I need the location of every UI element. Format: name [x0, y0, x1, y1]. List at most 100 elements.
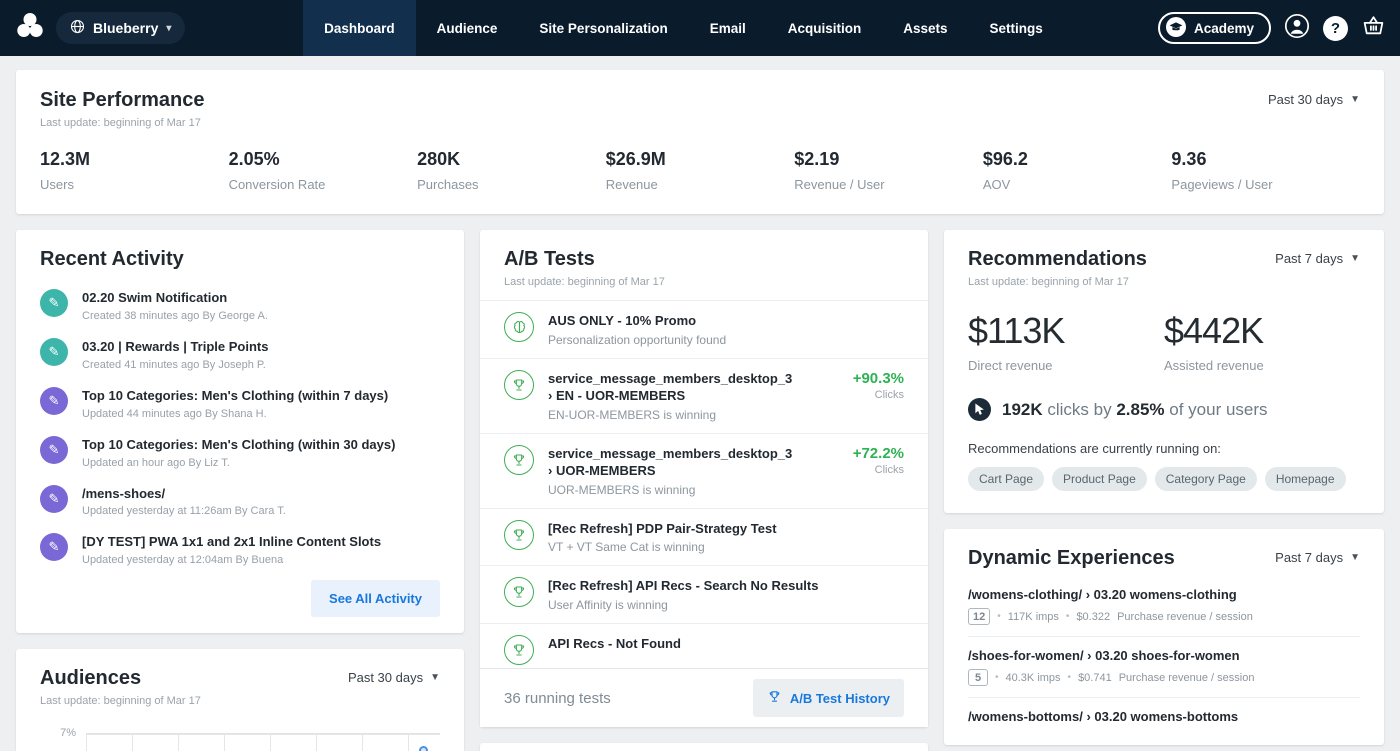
edit-pencil-icon: ✎ [40, 436, 68, 464]
account-switcher[interactable]: Blueberry ▾ [56, 12, 185, 44]
running-on-label: Recommendations are currently running on… [968, 441, 1360, 456]
audiences-title: Audiences [40, 667, 201, 690]
ab-test-subtitle: User Affinity is winning [548, 598, 818, 612]
direct-revenue-stat: $113K Direct revenue [968, 310, 1164, 373]
site-performance-card: Site Performance Last update: beginning … [16, 70, 1384, 214]
site-performance-range-dropdown[interactable]: Past 30 days ▼ [1268, 92, 1360, 107]
ab-test-subtitle: UOR-MEMBERS is winning [548, 483, 798, 497]
navbar-right: Academy ? [1158, 12, 1386, 44]
activity-item[interactable]: ✎ /mens-shoes/ Updated yesterday at 11:2… [40, 477, 440, 526]
metric-revenue: $26.9M Revenue [606, 149, 795, 192]
metric-conversion-rate: 2.05% Conversion Rate [229, 149, 418, 192]
clicks-stat: 192K clicks by 2.85% of your users [968, 398, 1360, 421]
range-label: Past 30 days [1268, 92, 1343, 107]
tab-acquisition[interactable]: Acquisition [767, 0, 883, 56]
edit-pencil-icon: ✎ [40, 485, 68, 513]
ab-test-item[interactable]: service_message_members_desktop_3 › UOR-… [480, 433, 928, 508]
page-pill[interactable]: Homepage [1265, 467, 1346, 491]
tab-dashboard[interactable]: Dashboard [303, 0, 416, 56]
recent-activity-card: Recent Activity ✎ 02.20 Swim Notificatio… [16, 230, 464, 633]
last-update-text: Last update: beginning of Mar 17 [968, 276, 1147, 288]
tab-label: Dashboard [324, 21, 395, 36]
edit-pencil-icon: ✎ [40, 387, 68, 415]
last-update-text: Last update: beginning of Mar 17 [40, 117, 205, 129]
recommendations-card: Recommendations Last update: beginning o… [944, 230, 1384, 513]
metrics-row: 12.3M Users 2.05% Conversion Rate 280K P… [40, 149, 1360, 192]
tab-assets[interactable]: Assets [882, 0, 968, 56]
activity-item[interactable]: ✎ 02.20 Swim Notification Created 38 min… [40, 281, 440, 330]
last-update-text: Last update: beginning of Mar 17 [504, 276, 904, 288]
tab-label: Email [710, 21, 746, 36]
experience-title: /womens-bottoms/ › 03.20 womens-bottoms [968, 709, 1360, 724]
activity-item[interactable]: ✎ Top 10 Categories: Men's Clothing (wit… [40, 428, 440, 477]
audiences-card: Audiences Last update: beginning of Mar … [16, 649, 464, 751]
ab-test-item[interactable]: AUS ONLY - 10% Promo Personalization opp… [480, 300, 928, 358]
range-label: Past 7 days [1275, 251, 1343, 266]
experience-item[interactable]: /womens-clothing/ › 03.20 womens-clothin… [968, 576, 1360, 637]
activity-list: ✎ 02.20 Swim Notification Created 38 min… [40, 281, 440, 574]
ab-test-title: [Rec Refresh] API Recs - Search No Resul… [548, 577, 818, 595]
globe-icon [70, 19, 85, 37]
clicks-value: 192K [1002, 400, 1043, 419]
dynamic-yield-logo-icon[interactable] [14, 10, 46, 47]
page-pill[interactable]: Product Page [1052, 467, 1147, 491]
experience-item[interactable]: /womens-bottoms/ › 03.20 womens-bottoms [968, 698, 1360, 735]
edit-pencil-icon: ✎ [40, 338, 68, 366]
metric-value: $2.19 [794, 149, 983, 170]
chart-plot-area [86, 733, 440, 751]
ab-test-item[interactable]: [Rec Refresh] API Recs - Search No Resul… [480, 565, 928, 623]
page-pill[interactable]: Category Page [1155, 467, 1257, 491]
ab-test-item[interactable]: [Rec Refresh] PDP Pair-Strategy Test VT … [480, 508, 928, 566]
variations-badge: 5 [968, 669, 988, 686]
ab-test-history-button[interactable]: A/B Test History [753, 679, 904, 717]
revenue-value: $0.741 [1078, 672, 1112, 684]
experience-title: /womens-clothing/ › 03.20 womens-clothin… [968, 587, 1360, 602]
tab-label: Acquisition [788, 21, 862, 36]
audiences-range-dropdown[interactable]: Past 30 days ▼ [348, 670, 440, 685]
basket-icon[interactable] [1361, 13, 1386, 43]
metric-value: 9.36 [1171, 149, 1360, 170]
trophy-icon [504, 370, 534, 400]
activity-title: 03.20 | Rewards | Triple Points [82, 338, 268, 356]
user-profile-icon[interactable] [1284, 13, 1310, 44]
ab-test-subtitle: Personalization opportunity found [548, 333, 726, 347]
ab-test-item[interactable]: service_message_members_desktop_3 › EN -… [480, 358, 928, 433]
see-all-activity-button[interactable]: See All Activity [311, 580, 440, 617]
uplift-metric: Clicks [853, 389, 904, 401]
range-label: Past 30 days [348, 670, 423, 685]
ab-test-title: AUS ONLY - 10% Promo [548, 312, 726, 330]
metric-pageviews-per-user: 9.36 Pageviews / User [1171, 149, 1360, 192]
metric-value: $26.9M [606, 149, 795, 170]
revenue-label: Purchase revenue / session [1119, 672, 1255, 684]
chart-data-point[interactable] [419, 746, 428, 751]
activity-item[interactable]: ✎ 03.20 | Rewards | Triple Points Create… [40, 330, 440, 379]
dynamic-experiences-range-dropdown[interactable]: Past 7 days ▼ [1275, 550, 1360, 565]
recommendations-range-dropdown[interactable]: Past 7 days ▼ [1275, 251, 1360, 266]
last-update-text: Last update: beginning of Mar 17 [40, 695, 201, 707]
chevron-down-icon: ▼ [1350, 253, 1360, 264]
help-icon[interactable]: ? [1323, 16, 1348, 41]
activity-item[interactable]: ✎ Top 10 Categories: Men's Clothing (wit… [40, 379, 440, 428]
experience-item[interactable]: /shoes-for-women/ › 03.20 shoes-for-wome… [968, 637, 1360, 698]
ab-test-title: [Rec Refresh] PDP Pair-Strategy Test [548, 520, 777, 538]
page-pill[interactable]: Cart Page [968, 467, 1044, 491]
tab-audience[interactable]: Audience [416, 0, 519, 56]
direct-revenue-value: $113K [968, 310, 1164, 352]
ab-test-item[interactable]: API Recs - Not Found [480, 623, 928, 668]
tab-site-personalization[interactable]: Site Personalization [518, 0, 688, 56]
activity-title: 02.20 Swim Notification [82, 289, 268, 307]
metric-label: Purchases [417, 177, 606, 192]
activity-meta: Updated an hour ago By Liz T. [82, 457, 395, 469]
activity-meta: Updated yesterday at 12:04am By Buena [82, 554, 381, 566]
navbar-left: Blueberry ▾ [14, 10, 209, 47]
tab-label: Audience [437, 21, 498, 36]
whats-new-card: What's New in Dynamic Yield [480, 743, 928, 751]
activity-item[interactable]: ✎ [DY TEST] PWA 1x1 and 2x1 Inline Conte… [40, 525, 440, 574]
tab-email[interactable]: Email [689, 0, 767, 56]
academy-button[interactable]: Academy [1158, 12, 1271, 44]
revenue-value: $0.322 [1076, 611, 1110, 623]
activity-meta: Created 41 minutes ago By Joseph P. [82, 359, 268, 371]
history-button-label: A/B Test History [790, 691, 890, 706]
tab-settings[interactable]: Settings [969, 0, 1064, 56]
activity-title: /mens-shoes/ [82, 485, 286, 503]
